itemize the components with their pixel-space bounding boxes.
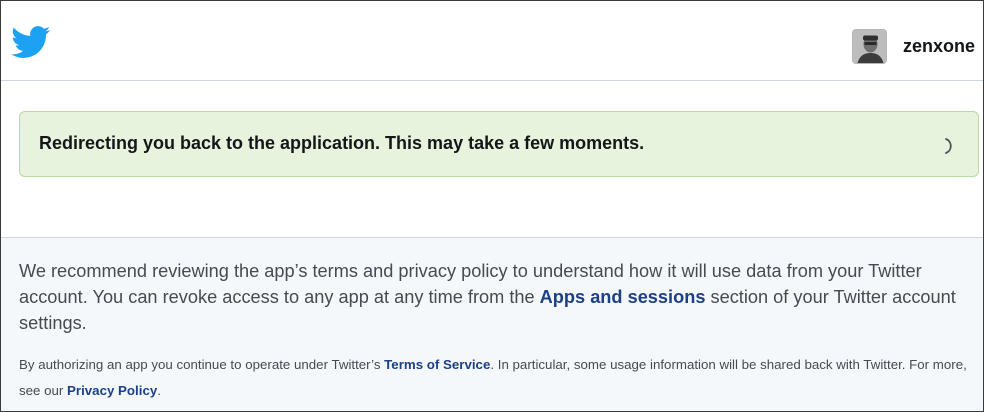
redirect-alert: Redirecting you back to the application.… [19,111,979,177]
user-menu[interactable]: zenxone [851,28,975,64]
terms-text-1: By authorizing an app you continue to op… [19,357,385,372]
twitter-bird-icon[interactable] [11,26,51,59]
apps-and-sessions-link[interactable]: Apps and sessions [540,287,706,307]
terms-text-3: . [157,383,161,398]
page-header: zenxone [1,1,983,81]
info-section: We recommend reviewing the app’s terms a… [1,237,983,411]
redirect-message: Redirecting you back to the application.… [39,133,645,153]
username[interactable]: zenxone [903,36,975,57]
authorization-page: zenxone Redirecting you back to the appl… [0,0,984,412]
terms-of-service-link[interactable]: Terms of Service [384,357,490,372]
loading-spinner-icon [938,135,960,157]
terms-notice: By authorizing an app you continue to op… [19,352,974,404]
data-usage-notice: We recommend reviewing the app’s terms a… [19,258,969,336]
avatar[interactable] [851,28,887,64]
privacy-policy-link[interactable]: Privacy Policy [67,383,157,398]
